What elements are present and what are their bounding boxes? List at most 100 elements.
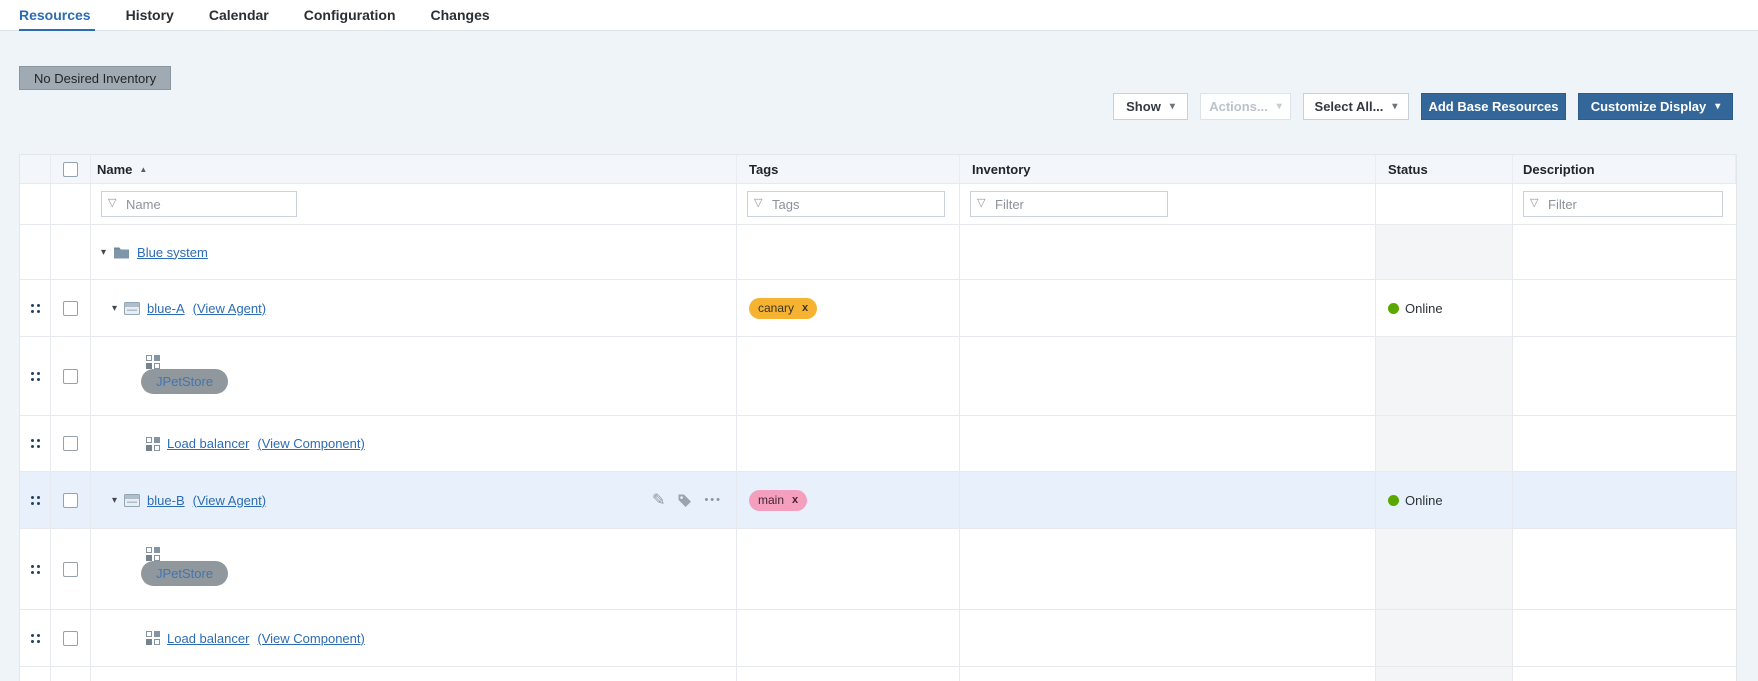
status-cell xyxy=(1376,610,1513,666)
show-label: Show xyxy=(1126,99,1161,114)
tab-changes[interactable]: Changes xyxy=(431,0,490,31)
tag-pill: main x xyxy=(749,490,807,511)
filter-name-cell: ▽ xyxy=(91,184,737,224)
drag-handle[interactable] xyxy=(31,372,40,381)
name-cell: ▾ Blue system xyxy=(91,225,737,279)
row-checkbox[interactable] xyxy=(63,301,78,316)
row-checkbox[interactable] xyxy=(63,562,78,577)
chevron-down-icon: ▾ xyxy=(1170,101,1175,112)
header-status[interactable]: Status xyxy=(1376,155,1513,183)
name-column-label: Name xyxy=(97,162,132,177)
drag-handle[interactable] xyxy=(31,565,40,574)
table-row xyxy=(20,667,1736,681)
row-checkbox[interactable] xyxy=(63,631,78,646)
name-cell: ▾ blue-B (View Agent) ✎ ••• xyxy=(91,472,737,528)
view-agent-link[interactable]: (View Agent) xyxy=(193,493,266,508)
show-dropdown-button[interactable]: Show ▾ xyxy=(1113,93,1188,120)
description-filter-input[interactable] xyxy=(1523,191,1723,217)
tags-cell xyxy=(737,337,960,415)
more-actions-icon[interactable]: ••• xyxy=(704,494,722,506)
status-cell: Online xyxy=(1376,280,1513,336)
header-description[interactable]: Description xyxy=(1513,155,1736,183)
inventory-cell xyxy=(960,529,1376,609)
table-row: Load balancer (View Component) xyxy=(20,610,1736,667)
select-all-dropdown-button[interactable]: Select All... ▾ xyxy=(1303,93,1409,120)
table-row: JPetStore xyxy=(20,529,1736,610)
description-cell xyxy=(1513,337,1736,415)
inventory-column-label: Inventory xyxy=(972,162,1031,177)
no-desired-inventory-button[interactable]: No Desired Inventory xyxy=(19,66,171,90)
drag-cell xyxy=(20,416,51,471)
drag-handle[interactable] xyxy=(31,304,40,313)
agent-name-link[interactable]: blue-A xyxy=(147,301,185,316)
inventory-cell xyxy=(960,472,1376,528)
filter-description-cell: ▽ xyxy=(1513,184,1736,224)
dragged-resource-pill[interactable]: JPetStore xyxy=(141,561,228,586)
tag-icon[interactable] xyxy=(677,493,692,508)
name-filter-input[interactable] xyxy=(101,191,297,217)
tag-label: canary xyxy=(758,301,794,315)
component-name-link[interactable]: JPetStore xyxy=(156,566,213,581)
inventory-cell xyxy=(960,337,1376,415)
remove-tag-icon[interactable]: x xyxy=(792,494,798,506)
view-component-link[interactable]: (View Component) xyxy=(257,436,364,451)
row-checkbox[interactable] xyxy=(63,369,78,384)
table-header-row: Name ▲ Tags Inventory Status Description xyxy=(20,155,1736,184)
status-cell xyxy=(1376,337,1513,415)
tab-bar: Resources History Calendar Configuration… xyxy=(0,0,1758,31)
dragged-resource-pill[interactable]: JPetStore xyxy=(141,369,228,394)
drag-cell xyxy=(20,225,51,279)
component-name-link[interactable]: Load balancer xyxy=(167,631,249,646)
drag-cell xyxy=(20,472,51,528)
status-column-label: Status xyxy=(1388,162,1428,177)
drag-cell xyxy=(20,610,51,666)
tab-history[interactable]: History xyxy=(126,0,174,31)
drag-handle[interactable] xyxy=(31,634,40,643)
actions-dropdown-button[interactable]: Actions... ▾ xyxy=(1200,93,1291,120)
resources-table: Name ▲ Tags Inventory Status Description… xyxy=(19,154,1737,681)
view-component-link[interactable]: (View Component) xyxy=(257,631,364,646)
agent-name-link[interactable]: blue-B xyxy=(147,493,185,508)
component-name-link[interactable]: JPetStore xyxy=(156,374,213,389)
tab-configuration[interactable]: Configuration xyxy=(304,0,396,31)
collapse-arrow-icon[interactable]: ▾ xyxy=(112,303,117,314)
tags-cell: canary x xyxy=(737,280,960,336)
add-base-resources-label: Add Base Resources xyxy=(1428,99,1558,114)
filter-checkbox-spacer xyxy=(51,184,91,224)
resource-group-link[interactable]: Blue system xyxy=(137,245,208,260)
tab-resources[interactable]: Resources xyxy=(19,0,91,31)
checkbox-cell xyxy=(51,529,91,609)
agent-icon xyxy=(124,494,140,507)
select-all-checkbox[interactable] xyxy=(63,162,78,177)
tags-filter-input[interactable] xyxy=(747,191,945,217)
remove-tag-icon[interactable]: x xyxy=(802,302,808,314)
status-cell xyxy=(1376,416,1513,471)
actions-label: Actions... xyxy=(1209,99,1268,114)
component-name-link[interactable]: Load balancer xyxy=(167,436,249,451)
drag-handle[interactable] xyxy=(31,496,40,505)
row-checkbox[interactable] xyxy=(63,493,78,508)
online-status-dot xyxy=(1388,495,1399,506)
description-column-label: Description xyxy=(1523,162,1595,177)
edit-pencil-icon[interactable]: ✎ xyxy=(652,490,665,510)
collapse-arrow-icon[interactable]: ▾ xyxy=(101,247,106,258)
status-cell xyxy=(1376,225,1513,279)
status-cell: Online xyxy=(1376,472,1513,528)
collapse-arrow-icon[interactable]: ▾ xyxy=(112,495,117,506)
tags-cell xyxy=(737,225,960,279)
drag-handle[interactable] xyxy=(31,439,40,448)
header-inventory[interactable]: Inventory xyxy=(960,155,1376,183)
filter-tags-cell: ▽ xyxy=(737,184,960,224)
inventory-filter-input[interactable] xyxy=(970,191,1168,217)
header-name[interactable]: Name ▲ xyxy=(91,155,737,183)
tab-calendar[interactable]: Calendar xyxy=(209,0,269,31)
online-status-dot xyxy=(1388,303,1399,314)
header-tags[interactable]: Tags xyxy=(737,155,960,183)
chevron-down-icon: ▾ xyxy=(1715,101,1720,112)
row-checkbox[interactable] xyxy=(63,436,78,451)
chevron-down-icon: ▾ xyxy=(1392,101,1397,112)
view-agent-link[interactable]: (View Agent) xyxy=(193,301,266,316)
table-row: Load balancer (View Component) xyxy=(20,416,1736,472)
add-base-resources-button[interactable]: Add Base Resources xyxy=(1421,93,1566,120)
customize-display-dropdown-button[interactable]: Customize Display ▾ xyxy=(1578,93,1733,120)
